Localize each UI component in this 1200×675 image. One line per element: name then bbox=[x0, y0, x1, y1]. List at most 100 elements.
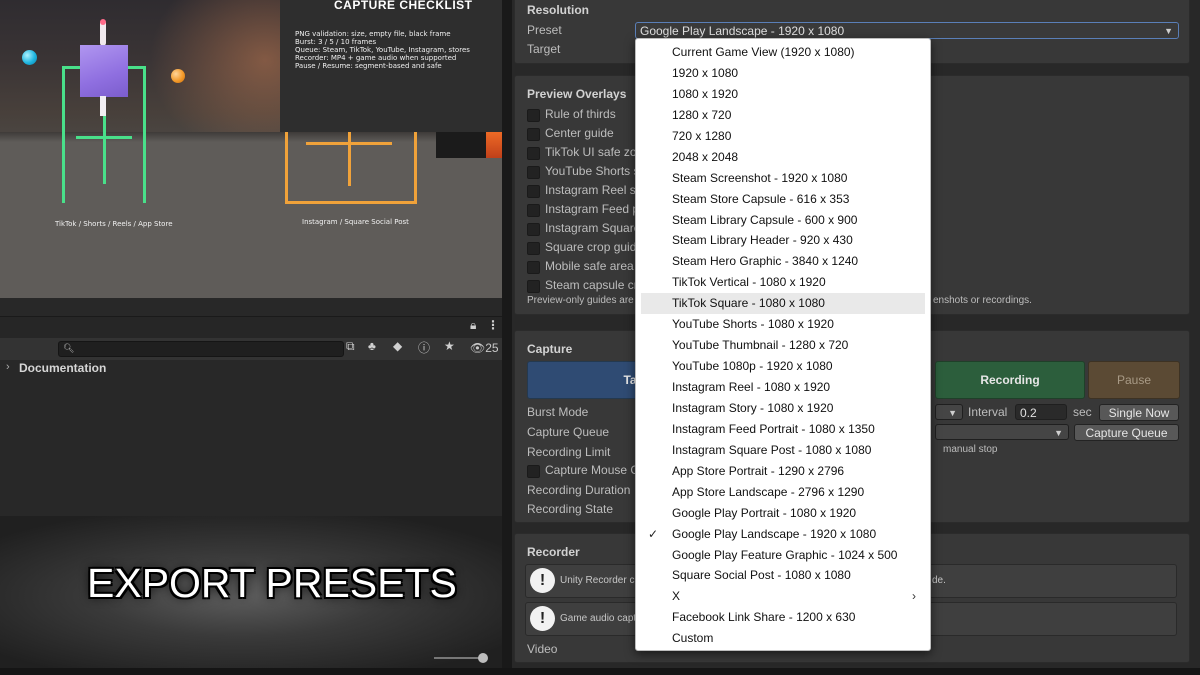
overlay-checkbox[interactable] bbox=[527, 280, 540, 293]
menu-item-label: YouTube 1080p - 1920 x 1080 bbox=[672, 359, 833, 374]
interval-input[interactable]: 0.2 bbox=[1015, 404, 1067, 420]
recorder-help-text: Unity Recorder c bbox=[560, 575, 635, 586]
status-bar bbox=[0, 668, 1200, 675]
menu-item-label: Instagram Square Post - 1080 x 1080 bbox=[672, 442, 872, 457]
menu-item[interactable]: Instagram Feed Portrait - 1080 x 1350 bbox=[636, 419, 930, 440]
menu-item[interactable]: Google Play Feature Graphic - 1024 x 500 bbox=[636, 545, 930, 566]
menu-item[interactable]: YouTube 1080p - 1920 x 1080 bbox=[636, 356, 930, 377]
menu-item[interactable]: YouTube Thumbnail - 1280 x 720 bbox=[636, 335, 930, 356]
warning-icon: ! bbox=[530, 568, 555, 593]
capture-mouse-checkbox[interactable] bbox=[527, 465, 540, 478]
menu-item[interactable]: Instagram Square Post - 1080 x 1080 bbox=[636, 440, 930, 461]
zoom-slider-track[interactable] bbox=[434, 657, 484, 659]
menu-item[interactable]: 1080 x 1920 bbox=[636, 84, 930, 105]
menu-item-submenu[interactable]: X › bbox=[636, 586, 930, 607]
menu-item-label: Google Play Feature Graphic - 1024 x 500 bbox=[672, 547, 898, 562]
menu-item-label: Steam Store Capsule - 616 x 353 bbox=[672, 191, 850, 206]
menu-item[interactable]: 720 x 1280 bbox=[636, 126, 930, 147]
menu-item[interactable]: Instagram Reel - 1080 x 1920 bbox=[636, 377, 930, 398]
info-icon[interactable]: ⓘ bbox=[418, 339, 430, 356]
scene-view[interactable]: TikTok / Shorts / Reels / App Store Inst… bbox=[0, 0, 502, 298]
overlay-checkbox[interactable] bbox=[527, 128, 540, 141]
preset-label: Preset bbox=[527, 23, 562, 37]
recording-limit-label: Recording Limit bbox=[527, 445, 611, 459]
menu-item-label: Google Play Portrait - 1080 x 1920 bbox=[672, 505, 857, 520]
purple-cube bbox=[80, 45, 128, 97]
menu-item[interactable]: Custom bbox=[636, 628, 930, 649]
burst-mode-dropdown[interactable]: ▼ bbox=[935, 404, 963, 420]
menu-item[interactable]: Google Play Portrait - 1080 x 1920 bbox=[636, 503, 930, 524]
menu-item[interactable]: App Store Portrait - 1290 x 2796 bbox=[636, 461, 930, 482]
overlay-checkbox[interactable] bbox=[527, 185, 540, 198]
menu-item-label: Steam Library Header - 920 x 430 bbox=[672, 233, 853, 248]
project-toolbar: 🔍︎ bbox=[0, 338, 508, 360]
menu-item[interactable]: Instagram Story - 1080 x 1920 bbox=[636, 398, 930, 419]
tree-item-documentation[interactable]: › Documentation bbox=[0, 360, 508, 378]
take-screenshot-button[interactable]: Ta bbox=[527, 361, 639, 399]
cyan-sphere bbox=[22, 50, 37, 65]
filter-by-label-icon[interactable]: ♣ bbox=[368, 339, 376, 353]
menu-item[interactable]: 1920 x 1080 bbox=[636, 63, 930, 84]
menu-item[interactable]: 1280 x 720 bbox=[636, 105, 930, 126]
chevron-right-icon[interactable]: › bbox=[6, 361, 10, 373]
interval-value: 0.2 bbox=[1020, 406, 1037, 420]
overlay-checkbox[interactable] bbox=[527, 166, 540, 179]
start-recording-button[interactable]: Recording bbox=[935, 361, 1085, 399]
overlay-checkbox[interactable] bbox=[527, 147, 540, 160]
overlay-label: Instagram Feed p bbox=[545, 202, 640, 216]
overlay-checkbox[interactable] bbox=[527, 204, 540, 217]
menu-item-label: Google Play Landscape - 1920 x 1080 bbox=[672, 526, 877, 541]
menu-item[interactable]: TikTok Vertical - 1080 x 1920 bbox=[636, 272, 930, 293]
overlay-label: Steam capsule cr bbox=[545, 278, 638, 292]
menu-item[interactable]: Current Game View (1920 x 1080) bbox=[636, 42, 930, 63]
orange-sphere bbox=[171, 69, 185, 83]
menu-item[interactable]: Square Social Post - 1080 x 1080 bbox=[636, 565, 930, 586]
warning-icon: ! bbox=[530, 606, 555, 631]
menu-item[interactable]: YouTube Shorts - 1080 x 1920 bbox=[636, 314, 930, 335]
pause-button[interactable]: Pause bbox=[1088, 361, 1180, 399]
label-tag-icon[interactable]: ◆ bbox=[393, 339, 402, 353]
menu-item-label: Square Social Post - 1080 x 1080 bbox=[672, 568, 851, 583]
search-input[interactable]: 🔍︎ bbox=[58, 341, 344, 357]
panel-splitter[interactable] bbox=[502, 0, 512, 675]
overlay-label: Center guide bbox=[545, 126, 614, 140]
menu-item[interactable]: App Store Landscape - 2796 x 1290 bbox=[636, 482, 930, 503]
zoom-slider-handle[interactable] bbox=[478, 653, 488, 663]
menu-item[interactable]: 2048 x 2048 bbox=[636, 147, 930, 168]
dropdown-arrow-icon: ▼ bbox=[948, 408, 957, 418]
preset-dropdown[interactable]: Google Play Landscape - 1920 x 1080 ▼ bbox=[635, 22, 1179, 39]
overlay-label: Mobile safe area bbox=[545, 259, 634, 273]
menu-item[interactable]: Steam Store Capsule - 616 x 353 bbox=[636, 189, 930, 210]
menu-item-label: TikTok Vertical - 1080 x 1920 bbox=[672, 275, 826, 290]
menu-item-hovered[interactable]: TikTok Square - 1080 x 1080 bbox=[641, 293, 925, 315]
menu-item-selected[interactable]: ✓ Google Play Landscape - 1920 x 1080 bbox=[636, 524, 930, 545]
editor-window: TikTok / Shorts / Reels / App Store Inst… bbox=[0, 0, 1200, 675]
overlay-checkbox[interactable] bbox=[527, 242, 540, 255]
lock-icon[interactable]: 🔒︎ bbox=[470, 318, 476, 333]
dropdown-arrow-icon: ▼ bbox=[1164, 26, 1173, 36]
checklist-line: Recorder: MP4 + game audio when supporte… bbox=[295, 54, 457, 62]
recorder-help-text-end: de. bbox=[932, 575, 946, 586]
visible-count[interactable]: 👁︎25 bbox=[470, 341, 499, 355]
overlay-label: Instagram Square bbox=[545, 221, 641, 235]
capture-queue-button[interactable]: Capture Queue bbox=[1074, 424, 1179, 441]
overlay-checkbox[interactable] bbox=[527, 109, 540, 122]
overlay-label: Instagram Reel s bbox=[545, 183, 636, 197]
capture-queue-dropdown[interactable]: ▼ bbox=[935, 424, 1069, 440]
manual-stop-note: manual stop bbox=[943, 444, 998, 455]
menu-item[interactable]: Steam Library Header - 920 x 430 bbox=[636, 230, 930, 251]
menu-item[interactable]: Steam Screenshot - 1920 x 1080 bbox=[636, 168, 930, 189]
favorite-star-icon[interactable]: ★ bbox=[444, 339, 455, 353]
menu-item-label: Current Game View (1920 x 1080) bbox=[672, 45, 855, 59]
menu-item[interactable]: Facebook Link Share - 1200 x 630 bbox=[636, 607, 930, 628]
checkmark-icon: ✓ bbox=[648, 526, 659, 541]
menu-item[interactable]: Steam Hero Graphic - 3840 x 1240 bbox=[636, 251, 930, 272]
more-options-icon[interactable]: ⋮ bbox=[487, 318, 499, 332]
checklist-line: PNG validation: size, empty file, black … bbox=[295, 30, 451, 38]
single-now-button[interactable]: Single Now bbox=[1099, 404, 1179, 421]
overlay-checkbox[interactable] bbox=[527, 261, 540, 274]
filter-by-type-icon[interactable]: ⧉ bbox=[346, 339, 355, 354]
menu-item[interactable]: Steam Library Capsule - 600 x 900 bbox=[636, 210, 930, 231]
recording-button-label: Recording bbox=[980, 373, 1040, 387]
overlay-checkbox[interactable] bbox=[527, 223, 540, 236]
